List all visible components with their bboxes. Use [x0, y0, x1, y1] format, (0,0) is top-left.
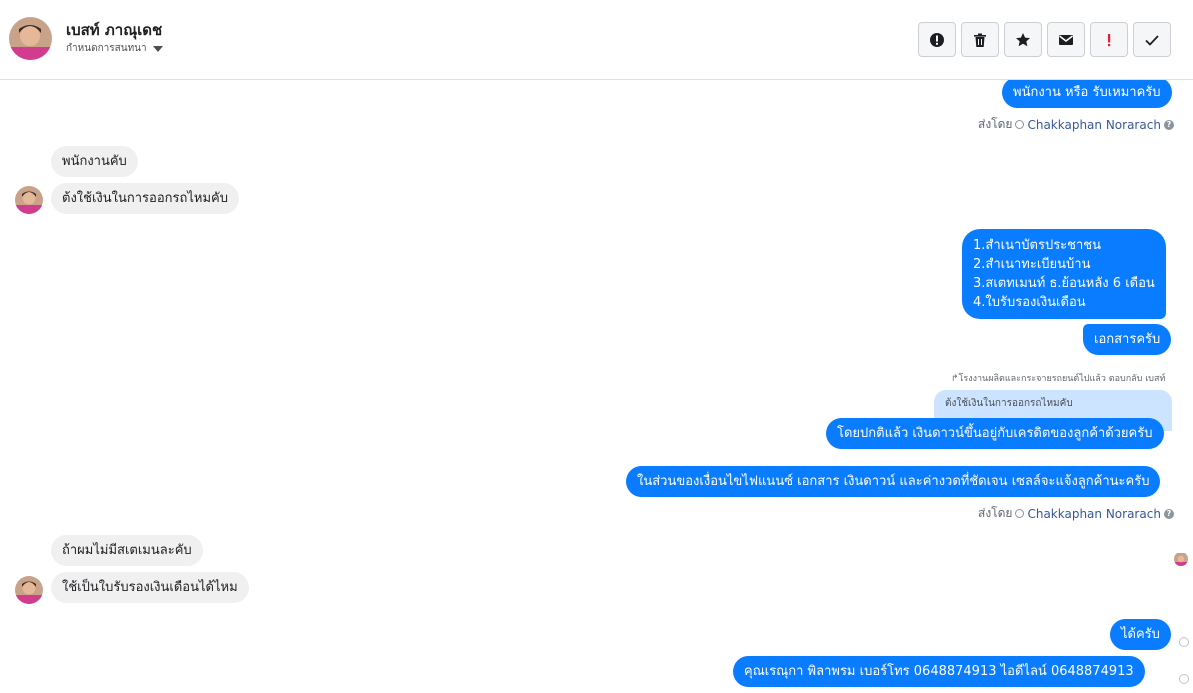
sent-check-icon: [1015, 509, 1025, 518]
message-incoming[interactable]: ใช้เป็นใบรับรองเงินเดือนได้ไหม: [51, 572, 249, 603]
message-outgoing[interactable]: เอกสารครับ: [1083, 324, 1172, 355]
message-incoming[interactable]: ถ้าผมไม่มีสเตเมนละคับ: [51, 535, 203, 566]
reply-arrow-icon: ↱: [951, 374, 959, 384]
conversation-header: เบสท์ ภาณุเดช กำหนดการสนทนา: [0, 0, 1193, 80]
sent-by-label: ส่งโดย: [978, 117, 1013, 131]
conversation-settings-label: กำหนดการสนทนา: [66, 43, 147, 54]
sent-check-icon: [1015, 120, 1025, 129]
delivered-icon: [1179, 674, 1189, 684]
agent-name-link[interactable]: Chakkaphan Norarach: [1027, 118, 1160, 132]
delivered-icon: [1179, 637, 1189, 647]
message-outgoing[interactable]: พนักงาน หรือ รับเหมาครับ: [1002, 80, 1172, 108]
star-button[interactable]: [1004, 22, 1042, 57]
star-icon: [1016, 32, 1030, 46]
envelope-icon: [1059, 34, 1073, 45]
info-button[interactable]: [918, 22, 956, 57]
conversation-settings-dropdown[interactable]: กำหนดการสนทนา: [66, 41, 163, 56]
sent-by-info: ส่งโดย Chakkaphan Norarach ?: [978, 504, 1174, 523]
agent-name-link[interactable]: Chakkaphan Norarach: [1027, 507, 1160, 521]
delete-button[interactable]: [961, 22, 999, 57]
toolbar: [918, 22, 1171, 57]
list-line: 3.สเตทเมนท์ ธ.ย้อนหลัง 6 เดือน: [973, 276, 1155, 291]
contact-avatar-small: [15, 576, 43, 604]
exclamation-icon: [1108, 33, 1111, 46]
reply-note-text: โรงงานผลิตและกระจายรถยนต์ไปแล้ว ตอบกลับ …: [958, 374, 1166, 384]
caret-down-icon: [152, 45, 163, 52]
trash-icon: [974, 33, 986, 47]
message-outgoing[interactable]: ได้ครับ: [1110, 619, 1171, 650]
message-outgoing[interactable]: คุณเรณุกา พิลาพรม เบอร์โทร 0648874913 ไอ…: [733, 656, 1145, 687]
seen-avatar: [1174, 552, 1188, 566]
sent-by-info: ส่งโดย Chakkaphan Norarach ?: [978, 115, 1174, 134]
message-outgoing-list[interactable]: 1.สำเนาบัตรประชาชน 2.สำเนาทะเบียนบ้าน 3.…: [962, 229, 1166, 319]
mark-done-button[interactable]: [1133, 22, 1171, 57]
alert-circle-icon: [930, 32, 944, 47]
contact-avatar[interactable]: [9, 17, 52, 60]
message-thread[interactable]: พนักงาน หรือ รับเหมาครับ ส่งโดย Chakkaph…: [0, 80, 1193, 693]
reply-note: ↱โรงงานผลิตและกระจายรถยนต์ไปแล้ว ตอบกลับ…: [951, 371, 1165, 385]
flag-button[interactable]: [1090, 22, 1128, 57]
help-icon[interactable]: ?: [1163, 508, 1174, 519]
contact-name[interactable]: เบสท์ ภาณุเดช: [66, 18, 162, 42]
list-line: 4.ใบรับรองเงินเดือน: [973, 295, 1086, 310]
list-line: 2.สำเนาทะเบียนบ้าน: [973, 257, 1091, 272]
list-line: 1.สำเนาบัตรประชาชน: [973, 238, 1101, 253]
mark-unread-button[interactable]: [1047, 22, 1085, 57]
sent-by-label: ส่งโดย: [978, 506, 1013, 520]
help-icon[interactable]: ?: [1163, 119, 1174, 130]
check-icon: [1145, 34, 1159, 46]
message-outgoing[interactable]: ในส่วนของเงื่อนไขไฟแนนซ์ เอกสาร เงินดาวน…: [626, 466, 1161, 497]
message-incoming[interactable]: พนักงานคับ: [51, 146, 138, 177]
contact-avatar-small: [15, 186, 43, 214]
message-incoming[interactable]: ต้งใช้เงินในการออกรถไหมคับ: [51, 183, 239, 214]
message-outgoing[interactable]: โดยปกติแล้ว เงินดาวน์ขึ้นอยู่กับเครดิตขอ…: [826, 418, 1164, 449]
